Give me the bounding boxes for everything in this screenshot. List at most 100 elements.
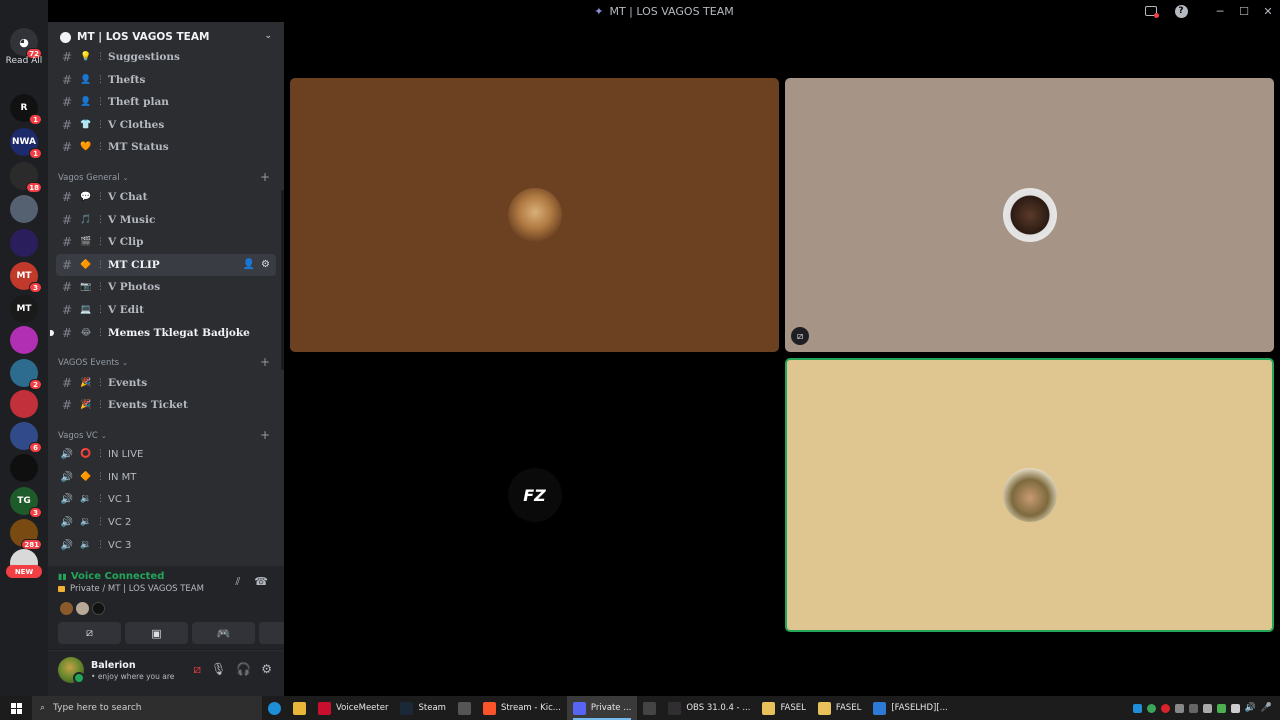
tray-icon[interactable] [1146,703,1156,713]
avatar[interactable] [76,602,89,615]
gear-icon[interactable]: ⚙ [261,662,272,677]
server-icon[interactable]: MT [10,295,38,323]
avatar[interactable] [60,602,73,615]
microphone-icon[interactable]: 🎤 [1261,703,1272,713]
tray-icon[interactable] [1174,703,1184,713]
server-icon[interactable]: R1 [10,94,42,125]
voice-location[interactable]: Private / MT | LOS VAGOS TEAM [70,584,204,594]
server-icon[interactable] [10,326,38,354]
gear-icon[interactable]: ⚙ [261,259,270,270]
video-tile[interactable] [290,78,779,352]
channel-item[interactable]: # 🎬 ⋮ V Clip [56,231,276,253]
tray-icon[interactable] [1188,703,1198,713]
server-icon[interactable]: NWA 1 [10,128,42,159]
taskbar-app[interactable]: FASEL [756,696,811,720]
tray-icon[interactable] [1216,703,1226,713]
voice-channel-item[interactable]: 🔊 ⭕ ⋮ IN LIVE [56,443,276,465]
taskbar-app[interactable]: Private ... [566,696,638,720]
category-vagos-vc[interactable]: Vagos VC ⌄ + [58,428,276,443]
server-icon[interactable] [10,454,38,482]
help-icon[interactable]: ? [1166,0,1196,22]
noise-suppression-icon[interactable]: ⫽ [235,575,240,589]
avatar[interactable] [58,657,85,684]
app-icon [457,701,471,715]
taskbar-search[interactable]: ⌕ Type here to search [32,696,262,720]
folder-icon[interactable] [287,696,312,720]
server-icon[interactable] [10,195,38,223]
taskbar-app[interactable]: Steam [394,696,451,720]
voice-channel-item[interactable]: 🔊 🔉 ⋮ VC 3 [56,534,276,556]
camera-off-button[interactable]: ⧄ [58,622,121,644]
channel-item[interactable]: # 🎉 ⋮ Events Ticket [56,394,276,416]
home-button[interactable]: ◕ 72 [10,28,42,59]
invite-icon[interactable]: 👤 [243,259,255,270]
channel-item[interactable]: # 👤 ⋮ Theft plan [56,91,276,113]
server-icon[interactable]: 6 [10,422,42,453]
tray-icon[interactable] [1132,703,1142,713]
maximize-button[interactable]: ☐ [1232,0,1256,22]
video-tile-speaking[interactable] [785,358,1274,632]
volume-icon[interactable]: 🔊 [1245,703,1256,713]
voice-channel-item[interactable]: 🔊 🔉 ⋮ VC 2 [56,511,276,533]
close-button[interactable]: ✕ [1256,0,1280,22]
activity-button[interactable]: 🎮 [192,622,255,644]
camera-muted-icon[interactable]: ⧄ [193,662,201,677]
tray-icon[interactable] [1202,703,1212,713]
channel-item-active[interactable]: # 🔶 ⋮ MT CLIP 👤 ⚙ [56,254,276,276]
add-channel-icon[interactable]: + [260,428,270,442]
read-all-button[interactable]: Read All [0,56,48,66]
server-icon[interactable] [10,390,38,418]
channel-item[interactable]: # 👤 ⋮ Thefts [56,69,276,91]
edge-icon[interactable] [262,696,287,720]
channel-item[interactable]: # 🎵 ⋮ V Music [56,209,276,231]
server-icon[interactable]: 2 [10,359,42,390]
video-tile[interactable]: FZ [290,358,779,632]
channel-item[interactable]: # 🎉 ⋮ Events [56,372,276,394]
taskbar-app[interactable]: Stream - Kic... [477,696,567,720]
system-tray: 🔊 🎤 [1132,696,1280,720]
tray-icon[interactable] [1160,703,1170,713]
headphones-icon[interactable]: 🎧 [236,662,251,677]
app-icon [400,701,414,715]
taskbar-app[interactable]: OBS 31.0.4 - ... [662,696,756,720]
app-label: OBS 31.0.4 - ... [686,703,751,713]
voice-status[interactable]: Voice Connected [71,571,165,582]
minimize-button[interactable]: ─ [1208,0,1232,22]
channel-item[interactable]: # 📷 ⋮ V Photos [56,276,276,298]
video-tile[interactable] [785,78,1274,352]
channel-item[interactable]: # 💻 ⋮ V Edit [56,299,276,321]
server-icon[interactable]: MT 3 [10,262,42,293]
category-vagos-events[interactable]: VAGOS Events ⌄ + [58,355,276,370]
server-icon[interactable]: TG 3 [10,487,42,518]
server-icon[interactable] [10,229,38,257]
screen-share-button[interactable]: ▣ [125,622,188,644]
microphone-icon[interactable]: 🎙 [211,662,226,677]
taskbar-app[interactable]: FASEL [812,696,867,720]
voice-panel: ▮▮ Voice Connected Private / MT | LOS VA… [48,566,322,650]
new-badge[interactable]: NEW [6,565,42,578]
taskbar-app[interactable] [452,696,477,720]
add-channel-icon[interactable]: + [260,355,270,369]
signal-icon[interactable]: ▮▮ [58,572,67,581]
server-icon[interactable]: 281 [10,519,42,550]
taskbar-app[interactable]: VoiceMeeter [312,696,394,720]
channel-item[interactable]: # 💡 ⋮ Suggestions [56,46,276,68]
channel-item[interactable]: # 💬 ⋮ V Chat [56,186,276,208]
channel-item[interactable]: # 🧡 ⋮ MT Status [56,136,276,158]
voice-channel-item[interactable]: 🔊 🔶 ⋮ IN MT [56,466,276,488]
voice-channel-item[interactable]: 🔊 🔉 ⋮ VC 1 [56,488,276,510]
user-name[interactable]: Balerion [91,660,136,671]
channel-name: Memes Tklegat Badjoke [108,327,250,339]
channel-item[interactable]: # 😂 ⋮ Memes Tklegat Badjoke [50,322,276,344]
category-vagos-general[interactable]: Vagos General ⌄ + [58,170,276,185]
taskbar-app[interactable] [637,696,662,720]
avatar[interactable] [92,602,105,615]
inbox-icon[interactable] [1136,0,1166,22]
taskbar-app[interactable]: [FASELHD][... [867,696,953,720]
start-button[interactable] [0,696,32,720]
add-channel-icon[interactable]: + [260,170,270,184]
tray-icon[interactable] [1230,703,1240,713]
channel-item[interactable]: # 👕 ⋮ V Clothes [56,114,276,136]
server-icon[interactable]: 18 [10,162,42,193]
disconnect-icon[interactable]: ☎ [254,575,268,589]
